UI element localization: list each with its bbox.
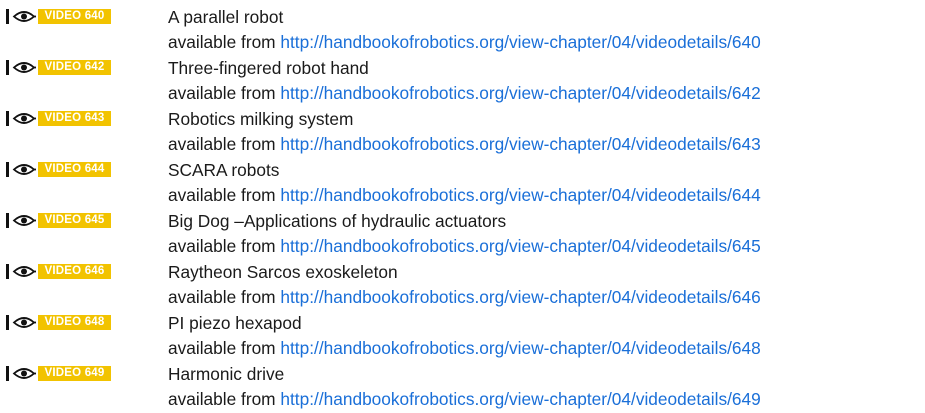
video-availability: available from http://handbookofrobotics…	[168, 285, 761, 309]
video-list: VIDEO 640 A parallel robot available fro…	[0, 5, 925, 413]
video-eye-icon	[12, 317, 36, 328]
video-entry: VIDEO 646 Raytheon Sarcos exoskeleton av…	[0, 260, 925, 311]
video-link[interactable]: http://handbookofrobotics.org/view-chapt…	[280, 389, 760, 409]
available-prefix: available from	[168, 236, 276, 256]
badge-bar	[6, 9, 9, 24]
video-eye-icon	[12, 113, 36, 124]
video-badge: VIDEO 640	[6, 9, 111, 24]
video-entry: VIDEO 644 SCARA robots available from ht…	[0, 158, 925, 209]
video-eye-icon	[12, 11, 36, 22]
video-badge: VIDEO 649	[6, 366, 111, 381]
video-availability: available from http://handbookofrobotics…	[168, 387, 761, 411]
video-title: Three-fingered robot hand	[168, 58, 369, 78]
available-prefix: available from	[168, 134, 276, 154]
badge-bar	[6, 213, 9, 228]
available-prefix: available from	[168, 338, 276, 358]
video-badge: VIDEO 643	[6, 111, 111, 126]
video-availability: available from http://handbookofrobotics…	[168, 132, 761, 156]
video-entry: VIDEO 643 Robotics milking system availa…	[0, 107, 925, 158]
video-availability: available from http://handbookofrobotics…	[168, 81, 761, 105]
video-link[interactable]: http://handbookofrobotics.org/view-chapt…	[280, 338, 760, 358]
available-prefix: available from	[168, 389, 276, 409]
video-badge: VIDEO 646	[6, 264, 111, 279]
available-prefix: available from	[168, 287, 276, 307]
video-eye-icon	[12, 368, 36, 379]
video-link[interactable]: http://handbookofrobotics.org/view-chapt…	[280, 134, 760, 154]
video-tag: VIDEO 649	[38, 366, 111, 381]
video-availability: available from http://handbookofrobotics…	[168, 183, 761, 207]
video-tag: VIDEO 644	[38, 162, 111, 177]
video-tag: VIDEO 640	[38, 9, 111, 24]
video-title: PI piezo hexapod	[168, 313, 302, 333]
video-tag: VIDEO 642	[38, 60, 111, 75]
available-prefix: available from	[168, 83, 276, 103]
video-link[interactable]: http://handbookofrobotics.org/view-chapt…	[280, 236, 760, 256]
video-availability: available from http://handbookofrobotics…	[168, 336, 761, 360]
badge-bar	[6, 315, 9, 330]
available-prefix: available from	[168, 185, 276, 205]
video-tag: VIDEO 645	[38, 213, 111, 228]
badge-bar	[6, 162, 9, 177]
available-prefix: available from	[168, 32, 276, 52]
video-entry: VIDEO 645 Big Dog –Applications of hydra…	[0, 209, 925, 260]
video-badge: VIDEO 648	[6, 315, 111, 330]
video-title: A parallel robot	[168, 7, 284, 27]
badge-bar	[6, 111, 9, 126]
video-tag: VIDEO 643	[38, 111, 111, 126]
video-link[interactable]: http://handbookofrobotics.org/view-chapt…	[280, 287, 760, 307]
video-badge: VIDEO 644	[6, 162, 111, 177]
video-entry: VIDEO 640 A parallel robot available fro…	[0, 5, 925, 56]
video-eye-icon	[12, 266, 36, 277]
video-badge: VIDEO 645	[6, 213, 111, 228]
video-tag: VIDEO 646	[38, 264, 111, 279]
video-eye-icon	[12, 62, 36, 73]
video-link[interactable]: http://handbookofrobotics.org/view-chapt…	[280, 185, 760, 205]
video-title: Robotics milking system	[168, 109, 354, 129]
video-entry: VIDEO 642 Three-fingered robot hand avai…	[0, 56, 925, 107]
video-badge: VIDEO 642	[6, 60, 111, 75]
video-entry: VIDEO 648 PI piezo hexapod available fro…	[0, 311, 925, 362]
video-availability: available from http://handbookofrobotics…	[168, 30, 761, 54]
badge-bar	[6, 264, 9, 279]
video-title: Raytheon Sarcos exoskeleton	[168, 262, 398, 282]
video-availability: available from http://handbookofrobotics…	[168, 234, 761, 258]
video-entry: VIDEO 649 Harmonic drive available from …	[0, 362, 925, 413]
video-tag: VIDEO 648	[38, 315, 111, 330]
badge-bar	[6, 60, 9, 75]
video-title: Harmonic drive	[168, 364, 285, 384]
video-link[interactable]: http://handbookofrobotics.org/view-chapt…	[280, 32, 760, 52]
video-eye-icon	[12, 164, 36, 175]
video-eye-icon	[12, 215, 36, 226]
video-link[interactable]: http://handbookofrobotics.org/view-chapt…	[280, 83, 760, 103]
badge-bar	[6, 366, 9, 381]
video-title: Big Dog –Applications of hydraulic actua…	[168, 211, 507, 231]
video-title: SCARA robots	[168, 160, 280, 180]
